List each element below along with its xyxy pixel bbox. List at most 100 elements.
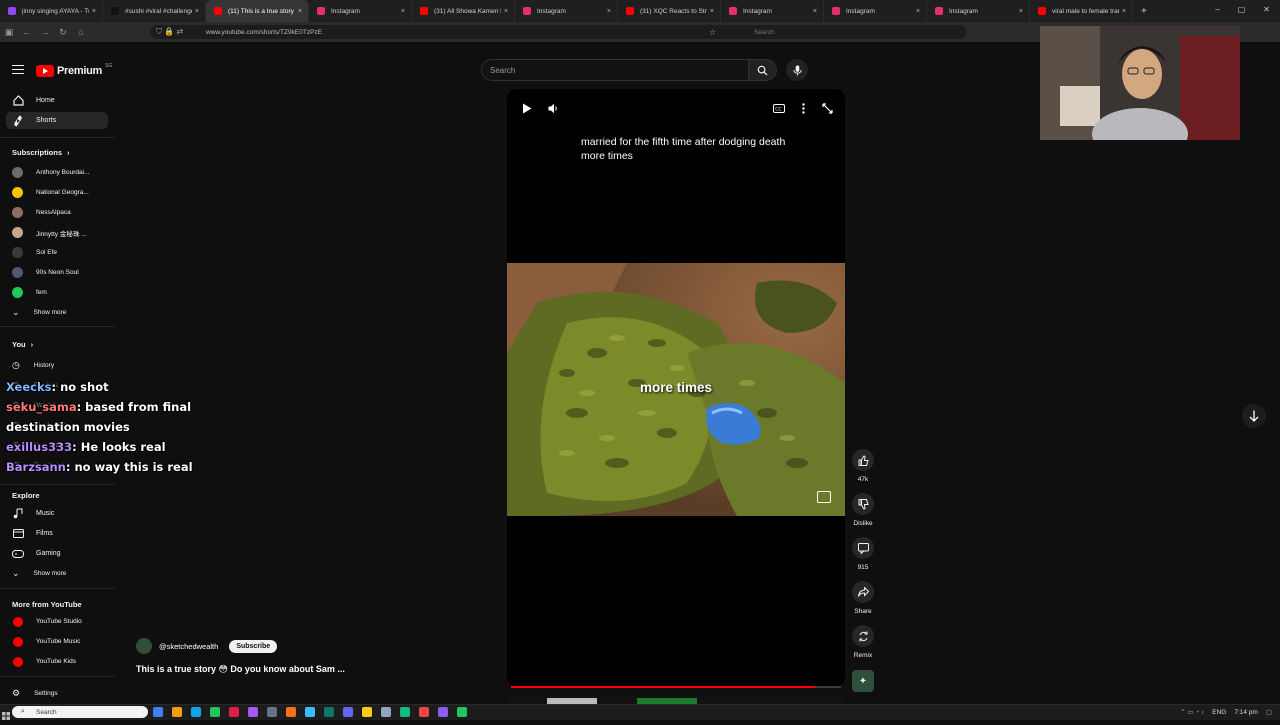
tab-close-icon[interactable]: × xyxy=(710,8,714,15)
reload-icon[interactable]: ↻ xyxy=(54,27,72,38)
taskbar-app-icon[interactable] xyxy=(438,707,448,717)
share-button[interactable]: Share xyxy=(851,581,875,615)
more-options-button[interactable] xyxy=(796,101,810,115)
bookmark-star-icon[interactable]: ☆ xyxy=(709,28,716,37)
taskbar-search[interactable]: ⌕ Search xyxy=(12,706,148,718)
maximize-icon[interactable]: ▢ xyxy=(1238,5,1246,14)
tab-close-icon[interactable]: × xyxy=(916,8,920,15)
fullscreen-button[interactable] xyxy=(820,101,834,115)
subscription-item[interactable]: fem xyxy=(6,284,108,301)
sidebar-item-films[interactable]: Films xyxy=(6,525,108,542)
taskbar-app-icon[interactable] xyxy=(153,707,163,717)
sidebar-item-youtube-studio[interactable]: YouTube Studio xyxy=(6,613,108,630)
show-more-subscriptions[interactable]: ⌄ Show more xyxy=(6,304,108,321)
channel-avatar[interactable] xyxy=(136,638,152,654)
show-more-explore[interactable]: ⌄ Show more xyxy=(6,565,108,582)
browser-tab[interactable]: Instagram × xyxy=(515,0,618,22)
volume-button[interactable] xyxy=(546,101,560,115)
sidebar-item-history[interactable]: ◷ History xyxy=(6,357,108,374)
notification-icon[interactable]: ▢ xyxy=(1266,708,1272,716)
browser-tab[interactable]: (11) This is a true story × xyxy=(206,0,309,22)
browser-tab[interactable]: Instagram × xyxy=(824,0,927,22)
browser-tab[interactable]: Instagram × xyxy=(721,0,824,22)
browser-tab[interactable]: Instagram × xyxy=(309,0,412,22)
sidebar-item-youtube-kids[interactable]: YouTube Kids xyxy=(6,653,108,670)
browser-tab[interactable]: Instagram × xyxy=(927,0,1030,22)
sidebar-toggle-icon[interactable]: ▣ xyxy=(0,27,18,38)
tab-close-icon[interactable]: × xyxy=(92,8,96,15)
channel-avatar-small[interactable]: ✦ xyxy=(851,670,875,692)
youtube-premium-logo[interactable]: Premium SG xyxy=(36,63,112,78)
subscription-item[interactable]: 90s Neon Soul xyxy=(6,264,108,281)
progress-bar[interactable] xyxy=(511,686,841,688)
taskbar-app-icon[interactable] xyxy=(419,707,429,717)
taskbar-app-icon[interactable] xyxy=(381,707,391,717)
tab-close-icon[interactable]: × xyxy=(1122,8,1126,15)
back-icon[interactable]: ← xyxy=(18,27,36,37)
search-button[interactable] xyxy=(749,59,777,81)
tab-close-icon[interactable]: × xyxy=(607,8,611,15)
remix-button[interactable]: Remix xyxy=(851,625,875,659)
close-window-icon[interactable]: ✕ xyxy=(1263,5,1270,14)
taskbar-app-icon[interactable] xyxy=(305,707,315,717)
captions-button[interactable]: CC xyxy=(772,101,786,115)
taskbar-app-icon[interactable] xyxy=(248,707,258,717)
tab-close-icon[interactable]: × xyxy=(813,8,817,15)
sidebar-item-shorts[interactable]: Shorts xyxy=(6,112,108,129)
tab-close-icon[interactable]: × xyxy=(195,8,199,15)
taskbar-app-icon[interactable] xyxy=(400,707,410,717)
browser-tab[interactable]: jinny singing AYAYA - Twitch× xyxy=(0,0,103,22)
comments-button[interactable]: 915 xyxy=(851,537,875,571)
play-button[interactable] xyxy=(520,101,534,115)
channel-avatar-icon: ✦ xyxy=(858,675,868,687)
forward-icon[interactable]: → xyxy=(36,27,54,37)
browser-tab[interactable]: (31) All Showa Kamen Ride× xyxy=(412,0,515,22)
pip-icon[interactable] xyxy=(817,491,831,503)
new-tab-icon[interactable]: + xyxy=(1141,6,1147,17)
tab-close-icon[interactable]: × xyxy=(504,8,508,15)
channel-name[interactable]: @sketchedwealth xyxy=(159,642,218,651)
windows-start-icon[interactable] xyxy=(2,707,10,720)
subscriptions-heading[interactable]: Subscriptions › xyxy=(12,148,70,157)
like-button[interactable]: 47k xyxy=(851,449,875,483)
subscription-item[interactable]: National Geogra... xyxy=(6,184,108,201)
subscription-item[interactable]: Sol Efe xyxy=(6,244,108,261)
taskbar-app-icon[interactable] xyxy=(267,707,277,717)
next-short-button[interactable] xyxy=(1242,404,1266,428)
subscribe-button[interactable]: Subscribe xyxy=(229,639,278,653)
clock[interactable]: 7:14 pm xyxy=(1234,709,1258,716)
language-indicator[interactable]: ENG xyxy=(1212,709,1226,716)
taskbar-app-icon[interactable] xyxy=(191,707,201,717)
tab-close-icon[interactable]: × xyxy=(401,8,405,15)
minimize-icon[interactable]: – xyxy=(1215,5,1219,14)
taskbar-app-icon[interactable] xyxy=(362,707,372,717)
sidebar-item-settings[interactable]: ⚙ Settings xyxy=(6,685,108,702)
sidebar-item-youtube-music[interactable]: YouTube Music xyxy=(6,633,108,650)
short-title[interactable]: This is a true story 😳 Do you know about… xyxy=(136,664,345,675)
search-input[interactable]: Search xyxy=(481,59,749,81)
taskbar-app-icon[interactable] xyxy=(229,707,239,717)
taskbar-app-icon[interactable] xyxy=(457,707,467,717)
taskbar-app-icon[interactable] xyxy=(286,707,296,717)
taskbar-app-icon[interactable] xyxy=(343,707,353,717)
browser-tab[interactable]: viral male to female transfo× xyxy=(1030,0,1133,22)
subscription-item[interactable]: Jinnytty 金秘珠 ... xyxy=(6,224,108,241)
taskbar-app-icon[interactable] xyxy=(210,707,220,717)
subscription-item[interactable]: Anthony Bourdai... xyxy=(6,164,108,181)
taskbar-app-icon[interactable] xyxy=(172,707,182,717)
browser-tab[interactable]: (31) XQC Reacts to Stream× xyxy=(618,0,721,22)
browser-tab[interactable]: #sushi #viral #challenge #p× xyxy=(103,0,206,22)
home-browser-icon[interactable]: ⌂ xyxy=(72,27,90,37)
subscription-item[interactable]: NessAlpaca xyxy=(6,204,108,221)
sidebar-item-home[interactable]: Home xyxy=(6,92,108,109)
browser-search-field[interactable]: Search xyxy=(732,25,966,39)
menu-icon[interactable] xyxy=(12,65,24,75)
you-heading[interactable]: You › xyxy=(12,340,33,349)
tab-close-icon[interactable]: × xyxy=(1019,8,1023,15)
sidebar-item-music[interactable]: Music xyxy=(6,505,108,522)
taskbar-app-icon[interactable] xyxy=(324,707,334,717)
voice-search-button[interactable] xyxy=(786,59,808,81)
tab-close-icon[interactable]: × xyxy=(298,8,302,15)
sidebar-item-gaming[interactable]: Gaming xyxy=(6,545,108,562)
dislike-button[interactable]: Dislike xyxy=(851,493,875,527)
